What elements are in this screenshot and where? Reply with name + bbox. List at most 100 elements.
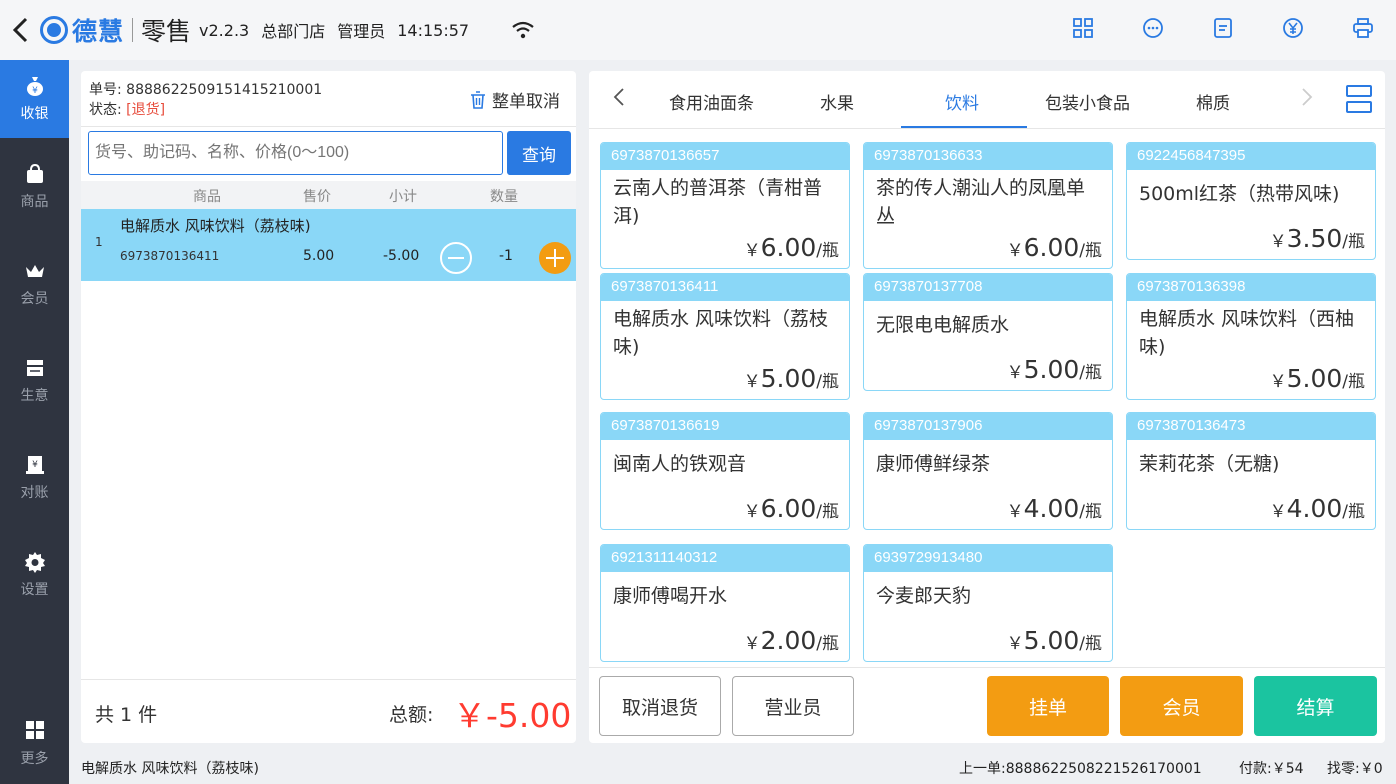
increase-qty-button[interactable] [539,242,571,274]
tabs-prev-button[interactable] [613,87,625,113]
cancel-order-button[interactable]: 整单取消 [470,87,560,112]
row-subtotal: -5.00 [383,248,420,264]
trash-icon [471,90,485,109]
sidebar-item-label: 更多 [20,751,49,767]
product-name: 康师傅喝开水 [613,585,728,607]
sidebar-item-more[interactable]: 更多 [0,704,69,784]
gear-icon [24,551,45,573]
product-barcode: 6973870136657 [601,143,849,170]
product-price: 5.00 [1023,626,1080,655]
register-icon [26,359,43,376]
current-item: 电解质水 风味饮料（荔枝味) [81,761,259,777]
last-order: 上一单:8888622508221526170001 [959,761,1202,777]
hold-order-button[interactable]: 挂单 [987,676,1109,736]
product-currency: ￥ [1006,241,1024,261]
product-unit: /瓶 [816,372,839,392]
version: v2.2.3 [199,20,250,40]
sidebar-item-business[interactable]: 生意 [0,332,69,429]
change-amount: 找零:￥0 [1327,761,1383,777]
product-card[interactable]: 6973870137708 无限电电解质水 ￥5.00/瓶 [863,273,1113,391]
tab-cotton[interactable]: 棉质 [1196,89,1230,114]
query-button[interactable]: 查询 [507,131,571,175]
product-name: 电解质水 风味饮料（荔枝味) [613,308,829,358]
product-currency: ￥ [1269,232,1287,252]
product-currency: ￥ [743,372,761,392]
active-tab-indicator [901,126,1027,128]
tab-oil-noodles[interactable]: 食用油面条 [669,89,754,114]
row-qty: -1 [499,248,513,264]
document-icon[interactable] [1210,14,1236,42]
sidebar-item-reconcile[interactable]: ¥ 对账 [0,429,69,526]
product-price: 4.00 [1023,494,1080,523]
yuan-icon[interactable] [1280,14,1306,42]
product-barcode: 6973870136633 [864,143,1112,170]
grid-icon [25,721,44,739]
product-barcode: 6973870137708 [864,274,1112,301]
item-count: 共 1 件 [95,704,158,726]
product-name: 茶的传人潮汕人的凤凰单丛 [876,177,1086,227]
sidebar-item-label: 商品 [20,193,49,210]
tabs-next-button[interactable] [1301,87,1313,113]
tab-fruit[interactable]: 水果 [820,89,854,114]
sidebar-item-settings[interactable]: 设置 [0,526,69,623]
sidebar-item-checkout[interactable]: ¥ 收银 [0,60,69,138]
order-number-label: 单号: [89,82,122,98]
product-name: 500ml红茶（热带风味) [1139,183,1340,205]
product-price: 6.00 [1023,233,1080,262]
product-unit: /瓶 [1079,634,1102,654]
search-input[interactable] [88,131,503,175]
tab-snacks[interactable]: 包装小食品 [1045,89,1130,114]
product-currency: ￥ [1006,502,1024,522]
product-name: 无限电电解质水 [876,314,1010,336]
order-row[interactable]: 1 电解质水 风味饮料（荔枝味) 6973870136411 5.00 -5.0… [81,209,576,281]
product-name: 闽南人的铁观音 [613,453,747,475]
product-card[interactable]: 6922456847395 500ml红茶（热带风味) ￥3.50/瓶 [1126,142,1376,260]
product-card[interactable]: 6973870136633 茶的传人潮汕人的凤凰单丛 ￥6.00/瓶 [863,142,1113,269]
order-number: 8888622509151415210001 [126,82,323,98]
shopping-bag-icon [26,163,43,183]
product-currency: ￥ [1006,634,1024,654]
product-card[interactable]: 6973870137906 康师傅鲜绿茶 ￥4.00/瓶 [863,412,1113,530]
back-button[interactable] [0,0,40,60]
product-card[interactable]: 6939729913480 今麦郎天豹 ￥5.00/瓶 [863,544,1113,662]
cancel-order-label: 整单取消 [492,92,560,112]
sidebar-item-label: 设置 [20,581,49,598]
col-subtotal: 小计 [389,189,417,205]
printer-icon[interactable] [1350,14,1376,42]
member-button[interactable]: 会员 [1120,676,1243,736]
sidebar-item-label: 会员 [20,290,49,307]
product-card[interactable]: 6921311140312 康师傅喝开水 ￥2.00/瓶 [600,544,850,662]
app-name: 零售 [141,17,192,46]
cancel-return-button[interactable]: 取消退货 [599,676,721,736]
product-card[interactable]: 6973870136398 电解质水 风味饮料（西柚味) ￥5.00/瓶 [1126,273,1376,400]
sidebar-item-members[interactable]: 会员 [0,235,69,332]
product-barcode: 6973870137906 [864,413,1112,440]
row-price: 5.00 [303,248,335,264]
wifi-icon [512,21,534,39]
product-unit: /瓶 [1079,363,1102,383]
sidebar-item-products[interactable]: 商品 [0,138,69,235]
order-panel: 单号: 8888622509151415210001 状态: [退货] 整单取消… [81,71,576,743]
order-table-header: 商品 售价 小计 数量 [81,181,576,209]
tab-drinks[interactable]: 饮料 [945,89,979,114]
chevron-right-icon [1302,88,1313,106]
decrease-qty-button[interactable] [440,242,472,274]
chevron-left-icon [613,88,624,106]
product-price: 2.00 [760,626,817,655]
product-card[interactable]: 6973870136411 电解质水 风味饮料（荔枝味) ￥5.00/瓶 [600,273,850,400]
product-price: 6.00 [760,233,817,262]
checkout-button[interactable]: 结算 [1254,676,1377,736]
product-card[interactable]: 6973870136473 茉莉花茶（无糖) ￥4.00/瓶 [1126,412,1376,530]
product-name: 今麦郎天豹 [876,585,972,607]
product-unit: /瓶 [816,634,839,654]
layout-toggle-icon[interactable] [1345,83,1373,115]
chat-icon[interactable] [1140,14,1166,42]
product-card[interactable]: 6973870136657 云南人的普洱茶（青柑普洱) ￥6.00/瓶 [600,142,850,269]
user-name: 管理员 [337,22,386,41]
svg-text:¥: ¥ [32,460,38,470]
salesperson-button[interactable]: 营业员 [732,676,854,736]
order-status: [退货] [126,102,166,118]
apps-grid-icon[interactable] [1070,14,1096,42]
product-barcode: 6973870136411 [601,274,849,301]
product-card[interactable]: 6973870136619 闽南人的铁观音 ￥6.00/瓶 [600,412,850,530]
